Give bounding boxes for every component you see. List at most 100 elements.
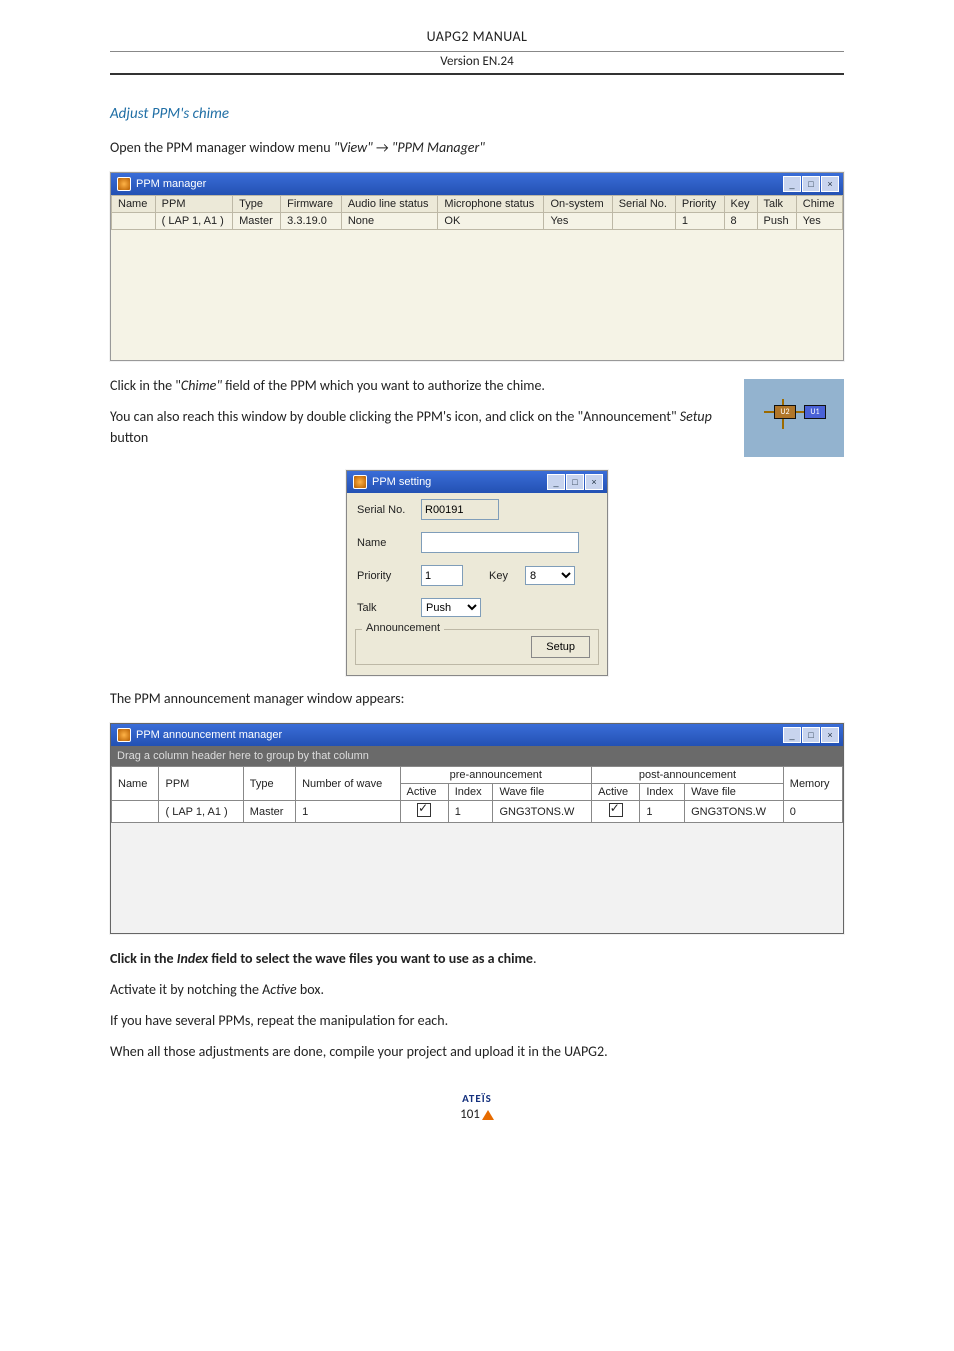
announcement-fieldset: Announcement Setup xyxy=(355,629,599,665)
col-firmware[interactable]: Firmware xyxy=(281,196,342,213)
para-ann-appears: The PPM announcement manager window appe… xyxy=(110,688,844,709)
para-repeat: If you have several PPMs, repeat the man… xyxy=(110,1010,844,1031)
priority-stepper[interactable] xyxy=(421,565,463,586)
page-header: UAPG2 MANUAL Version EN.24 xyxy=(110,28,844,75)
ppm-manager-titlebar: PPM manager _ □ × xyxy=(111,173,843,195)
doc-version: Version EN.24 xyxy=(110,54,844,69)
cell-memory[interactable]: 0 xyxy=(783,801,842,823)
arrow: → xyxy=(376,139,392,156)
name-label: Name xyxy=(357,537,411,549)
cell-post-active[interactable] xyxy=(592,801,640,823)
cell-key[interactable]: 8 xyxy=(724,213,757,230)
dot: . xyxy=(533,950,537,967)
cell-pre-wave[interactable]: GNG3TONS.W xyxy=(493,801,592,823)
maximize-icon[interactable]: □ xyxy=(802,176,820,192)
col-ppm[interactable]: PPM xyxy=(159,767,243,801)
cell-type[interactable]: Master xyxy=(243,801,295,823)
cell-post-index[interactable]: 1 xyxy=(640,801,685,823)
ann-header-row-1: Name PPM Type Number of wave pre-announc… xyxy=(112,767,843,784)
page-number: 101 xyxy=(460,1107,480,1122)
announcement-legend: Announcement xyxy=(362,622,444,634)
cell-audio-line[interactable]: None xyxy=(341,213,438,230)
maximize-icon[interactable]: □ xyxy=(802,727,820,743)
col-mic-status[interactable]: Microphone status xyxy=(438,196,544,213)
index-word: Index xyxy=(177,950,209,967)
name-row: Name xyxy=(347,526,607,559)
group-by-bar[interactable]: Drag a column header here to group by th… xyxy=(111,746,843,766)
node-u1: U1 xyxy=(804,405,826,419)
minimize-icon[interactable]: _ xyxy=(783,727,801,743)
priority-key-row: Priority Key 8 xyxy=(347,559,607,592)
minimize-icon[interactable]: _ xyxy=(783,176,801,192)
close-icon[interactable]: × xyxy=(585,474,603,490)
checkbox-icon[interactable] xyxy=(417,803,431,817)
announcement-empty-area xyxy=(111,823,843,933)
priority-label: Priority xyxy=(357,570,411,582)
ppm-setting-title: PPM setting xyxy=(372,476,431,488)
col-post-announcement[interactable]: post-announcement xyxy=(592,767,784,784)
name-input[interactable] xyxy=(421,532,579,553)
app-icon xyxy=(117,177,131,191)
menu-ppm-manager: "PPM Manager" xyxy=(392,139,485,156)
col-chime[interactable]: Chime xyxy=(796,196,842,213)
txt: field of the PPM which you want to autho… xyxy=(222,377,545,394)
col-name[interactable]: Name xyxy=(112,196,156,213)
col-post-wave[interactable]: Wave file xyxy=(685,784,784,801)
cell-serial[interactable] xyxy=(612,213,675,230)
ppm-manager-row[interactable]: ( LAP 1, A1 ) Master 3.3.19.0 None OK Ye… xyxy=(112,213,843,230)
cell-pre-index[interactable]: 1 xyxy=(448,801,493,823)
cell-type[interactable]: Master xyxy=(233,213,281,230)
setup-button[interactable]: Setup xyxy=(531,636,590,658)
setup-word: Setup xyxy=(680,408,712,425)
minimize-icon[interactable]: _ xyxy=(547,474,565,490)
col-key[interactable]: Key xyxy=(724,196,757,213)
cell-ppm[interactable]: ( LAP 1, A1 ) xyxy=(159,801,243,823)
close-icon[interactable]: × xyxy=(821,176,839,192)
maximize-icon[interactable]: □ xyxy=(566,474,584,490)
cell-ppm[interactable]: ( LAP 1, A1 ) xyxy=(155,213,232,230)
cell-pre-active[interactable] xyxy=(400,801,448,823)
cell-firmware[interactable]: 3.3.19.0 xyxy=(281,213,342,230)
col-talk[interactable]: Talk xyxy=(757,196,796,213)
cell-number-of-wave[interactable]: 1 xyxy=(296,801,400,823)
checkbox-icon[interactable] xyxy=(609,803,623,817)
txt: You can also reach this window by double… xyxy=(110,408,680,425)
txt: Activate it by notching the A xyxy=(110,981,270,998)
col-post-active[interactable]: Active xyxy=(592,784,640,801)
ann-title: PPM announcement manager xyxy=(136,729,282,741)
col-type[interactable]: Type xyxy=(243,767,295,801)
ppm-manager-empty-area xyxy=(111,230,843,360)
col-pre-index[interactable]: Index xyxy=(448,784,493,801)
close-icon[interactable]: × xyxy=(821,727,839,743)
col-pre-announcement[interactable]: pre-announcement xyxy=(400,767,592,784)
cell-on-system[interactable]: Yes xyxy=(544,213,612,230)
announcement-row[interactable]: ( LAP 1, A1 ) Master 1 1 GNG3TONS.W 1 GN… xyxy=(112,801,843,823)
cell-name[interactable] xyxy=(112,801,159,823)
col-ppm[interactable]: PPM xyxy=(155,196,232,213)
txt: Open the PPM manager window menu xyxy=(110,139,334,156)
talk-select[interactable]: Push xyxy=(421,598,481,617)
page: UAPG2 MANUAL Version EN.24 Adjust PPM's … xyxy=(0,0,954,1182)
cell-post-wave[interactable]: GNG3TONS.W xyxy=(685,801,784,823)
network-thumbnail: U1 U2 xyxy=(744,379,844,457)
cell-priority[interactable]: 1 xyxy=(675,213,724,230)
serial-row: Serial No. xyxy=(347,493,607,526)
col-audio-line[interactable]: Audio line status xyxy=(341,196,438,213)
col-type[interactable]: Type xyxy=(233,196,281,213)
cell-name[interactable] xyxy=(112,213,156,230)
cell-talk[interactable]: Push xyxy=(757,213,796,230)
col-number-of-wave[interactable]: Number of wave xyxy=(296,767,400,801)
key-select[interactable]: 8 xyxy=(525,566,575,585)
col-serial[interactable]: Serial No. xyxy=(612,196,675,213)
col-on-system[interactable]: On-system xyxy=(544,196,612,213)
col-priority[interactable]: Priority xyxy=(675,196,724,213)
announcement-manager-screenshot: PPM announcement manager _ □ × Drag a co… xyxy=(110,723,844,934)
col-pre-wave[interactable]: Wave file xyxy=(493,784,592,801)
cell-chime[interactable]: Yes xyxy=(796,213,842,230)
col-post-index[interactable]: Index xyxy=(640,784,685,801)
cell-mic-status[interactable]: OK xyxy=(438,213,544,230)
col-memory[interactable]: Memory xyxy=(783,767,842,801)
ppm-manager-header-row: Name PPM Type Firmware Audio line status… xyxy=(112,196,843,213)
col-pre-active[interactable]: Active xyxy=(400,784,448,801)
col-name[interactable]: Name xyxy=(112,767,159,801)
